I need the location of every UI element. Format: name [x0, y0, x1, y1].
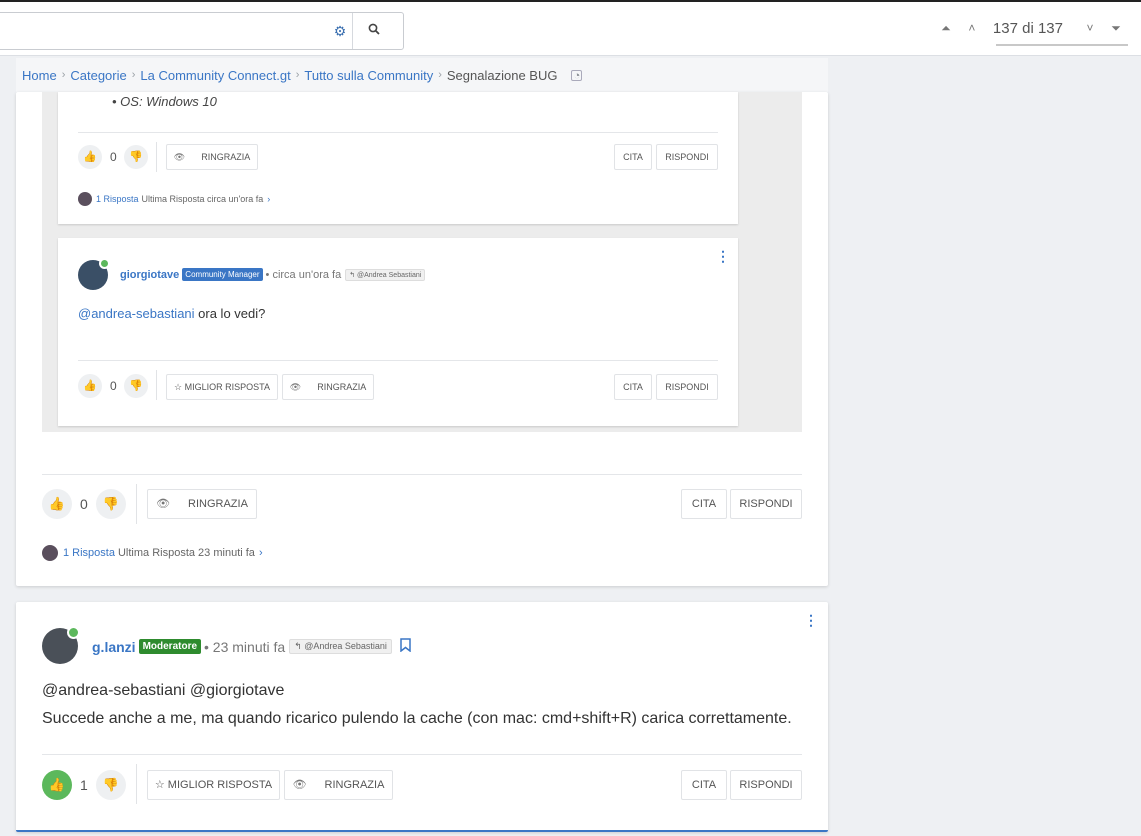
ringrazia-button[interactable]: 👁 RINGRAZIA — [282, 374, 374, 400]
online-indicator — [99, 258, 110, 269]
os-bullet: • OS: Windows 10 — [112, 94, 217, 109]
rispondi-button[interactable]: RISPONDI — [730, 489, 802, 519]
chevron-right-icon: › — [267, 194, 271, 204]
reply-to-tag[interactable]: ↰ @Andrea Sebastiani — [345, 268, 426, 281]
search-icon[interactable] — [359, 20, 389, 42]
nested-reply: • OS: Windows 10 👍 0 👎 👁 RINGRAZIA CITA R… — [58, 92, 738, 224]
post-card: g.lanzi Moderatore • 23 minuti fa ↰ @And… — [16, 602, 828, 832]
search-input[interactable] — [7, 19, 307, 43]
rispondi-button[interactable]: RISPONDI — [730, 770, 802, 800]
first-post-icon[interactable]: ⏶ — [933, 21, 959, 36]
replies-link[interactable]: 1 Risposta — [96, 194, 139, 204]
avatar — [42, 545, 58, 561]
previous-post-icon[interactable]: ˄ — [959, 21, 985, 35]
avatar — [78, 258, 110, 290]
reply-to-tag[interactable]: ↰ @Andrea Sebastiani — [289, 639, 392, 654]
eye-icon: 👁 — [289, 382, 302, 392]
online-indicator — [67, 626, 80, 639]
breadcrumb-community[interactable]: La Community Connect.gt — [140, 68, 290, 83]
upvote-icon[interactable]: 👍 — [42, 489, 72, 519]
topic-pager: ⏶ ˄ 137 di 137 ˅ ⏷ — [933, 16, 1129, 40]
divider — [136, 484, 137, 524]
next-post-icon[interactable]: ˅ — [1077, 21, 1103, 35]
chevron-right-icon: › — [131, 69, 136, 81]
last-reply-time: Ultima Risposta 23 minuti fa — [117, 547, 255, 559]
author-link[interactable]: g.lanzi — [92, 639, 136, 655]
downvote-icon[interactable]: 👎 — [96, 770, 126, 800]
ringrazia-button[interactable]: 👁 RINGRAZIA — [284, 770, 393, 800]
avatar — [78, 192, 92, 206]
more-options-icon[interactable]: ⋮ — [716, 248, 730, 265]
post-meta: g.lanzi Moderatore • 23 minuti fa ↰ @And… — [92, 638, 411, 655]
cita-button[interactable]: CITA — [681, 770, 727, 800]
best-answer-button[interactable]: ☆ MIGLIOR RISPOSTA — [166, 374, 278, 400]
mention-link[interactable]: @andrea-sebastiani — [78, 306, 195, 321]
ringrazia-button[interactable]: 👁 RINGRAZIA — [166, 144, 258, 170]
eye-icon: 👁 — [156, 498, 171, 510]
post-counter: 137 di 137 — [992, 19, 1063, 37]
last-reply-time: Ultima Risposta circa un'ora fa — [141, 194, 264, 204]
vote-count: 0 — [110, 379, 117, 393]
post-meta: giorgiotave Community Manager • circa un… — [120, 268, 426, 281]
upvote-icon[interactable]: 👍 — [78, 145, 102, 169]
eye-icon: 👁 — [173, 152, 186, 162]
replies-link[interactable]: 1 Risposta — [63, 547, 115, 559]
eye-icon: 👁 — [292, 779, 307, 791]
downvote-icon[interactable]: 👎 — [124, 145, 148, 169]
post-time[interactable]: • circa un'ora fa — [266, 269, 342, 281]
divider — [78, 360, 718, 361]
last-post-icon[interactable]: ⏷ — [1103, 21, 1129, 36]
cita-button[interactable]: CITA — [614, 144, 652, 170]
chevron-right-icon: › — [61, 69, 66, 81]
breadcrumb-categorie[interactable]: Categorie — [70, 68, 126, 83]
avatar — [42, 626, 80, 664]
breadcrumb-home[interactable]: Home — [22, 68, 57, 83]
post-time[interactable]: • 23 minuti fa — [204, 639, 285, 655]
nested-replies: • OS: Windows 10 👍 0 👎 👁 RINGRAZIA CITA R… — [42, 92, 802, 432]
role-badge: Community Manager — [182, 268, 263, 281]
vote-count: 1 — [80, 777, 88, 793]
post-body: Succede anche a me, ma quando ricarico p… — [42, 710, 792, 727]
cita-button[interactable]: CITA — [681, 489, 727, 519]
best-answer-button[interactable]: ☆ MIGLIOR RISPOSTA — [147, 770, 280, 800]
author-link[interactable]: giorgiotave — [120, 269, 179, 281]
divider — [42, 474, 802, 475]
downvote-icon[interactable]: 👎 — [96, 489, 126, 519]
divider — [78, 132, 718, 133]
divider — [156, 370, 157, 400]
replies-summary: 1 Risposta Ultima Risposta circa un'ora … — [78, 192, 270, 206]
bookmark-icon[interactable] — [400, 638, 411, 655]
rss-icon[interactable]: ◔ — [571, 69, 583, 81]
pager-progress — [996, 44, 1128, 46]
breadcrumb-current: Segnalazione BUG — [446, 67, 558, 83]
top-bar: ⚙ ⏶ ˄ 137 di 137 ˅ ⏷ — [0, 0, 1141, 56]
replies-summary: 1 Risposta Ultima Risposta 23 minuti fa … — [42, 545, 263, 561]
chevron-right-icon: › — [258, 547, 263, 559]
mention-links[interactable]: @andrea-sebastiani @giorgiotave — [42, 682, 284, 700]
vote-count: 0 — [110, 150, 117, 164]
divider — [136, 764, 137, 804]
search-divider — [352, 13, 353, 49]
post-card: • OS: Windows 10 👍 0 👎 👁 RINGRAZIA CITA R… — [16, 92, 828, 586]
gears-icon[interactable]: ⚙ — [329, 20, 351, 42]
divider — [42, 754, 802, 755]
chevron-right-icon: › — [295, 69, 300, 81]
nested-reply: giorgiotave Community Manager • circa un… — [58, 238, 738, 426]
divider — [156, 142, 157, 172]
breadcrumb-tutto-community[interactable]: Tutto sulla Community — [304, 68, 433, 83]
upvote-icon[interactable]: 👍 — [42, 770, 72, 800]
downvote-icon[interactable]: 👎 — [124, 374, 148, 398]
ringrazia-button[interactable]: 👁 RINGRAZIA — [147, 489, 257, 519]
more-options-icon[interactable]: ⋮ — [804, 612, 818, 629]
search-box: ⚙ — [0, 12, 404, 50]
post-body: @andrea-sebastiani ora lo vedi? — [78, 306, 266, 321]
upvote-icon[interactable]: 👍 — [78, 374, 102, 398]
breadcrumb: Home › Categorie › La Community Connect.… — [16, 58, 828, 92]
rispondi-button[interactable]: RISPONDI — [656, 144, 718, 170]
cita-button[interactable]: CITA — [614, 374, 652, 400]
vote-count: 0 — [80, 496, 88, 512]
role-badge: Moderatore — [138, 639, 202, 654]
rispondi-button[interactable]: RISPONDI — [656, 374, 718, 400]
chevron-right-icon: › — [438, 69, 442, 81]
